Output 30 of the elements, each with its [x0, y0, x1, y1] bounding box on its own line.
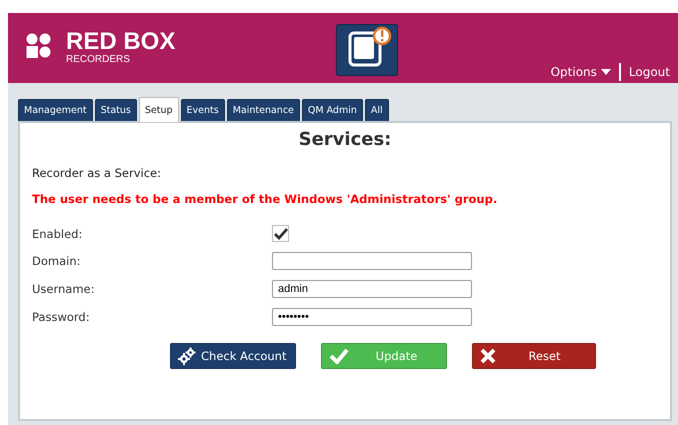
- input-field[interactable]: admin: [272, 280, 472, 298]
- logo-icon: [26, 33, 52, 59]
- reset-button[interactable]: Reset: [472, 343, 596, 369]
- field-label: Enabled:: [32, 226, 84, 240]
- input-field[interactable]: [272, 252, 472, 270]
- checkmark-icon: [329, 348, 349, 364]
- close-icon: [480, 348, 496, 364]
- check-button[interactable]: Check Account: [170, 343, 296, 369]
- tab[interactable]: Status: [94, 99, 137, 121]
- logout-link[interactable]: Logout: [628, 65, 670, 79]
- enabled-checkbox[interactable]: [272, 225, 289, 242]
- tab[interactable]: Maintenance: [226, 99, 300, 121]
- tab[interactable]: Setup: [138, 97, 179, 122]
- warning-text: The user needs to be a member of the Windows 'Administrators' group.: [32, 192, 498, 206]
- tab[interactable]: QM Admin: [302, 99, 363, 121]
- field-label: Username:: [32, 282, 96, 296]
- brand-subtitle: RECORDERS: [66, 54, 131, 66]
- gears-icon: [178, 347, 196, 365]
- field-label: Password:: [32, 310, 91, 324]
- tab[interactable]: Management: [18, 99, 93, 121]
- tab[interactable]: All: [364, 99, 389, 121]
- app-window-alert-icon: [336, 24, 398, 76]
- panel-title: Services:: [298, 129, 392, 150]
- options-menu[interactable]: Options: [550, 65, 611, 79]
- caret-icon: [600, 69, 611, 75]
- tab[interactable]: Events: [180, 99, 225, 121]
- section-heading: Recorder as a Service:: [32, 166, 162, 180]
- field-label: Domain:: [32, 254, 82, 268]
- input-field[interactable]: ••••••••: [272, 308, 472, 326]
- brand-name: RED BOX: [66, 30, 176, 54]
